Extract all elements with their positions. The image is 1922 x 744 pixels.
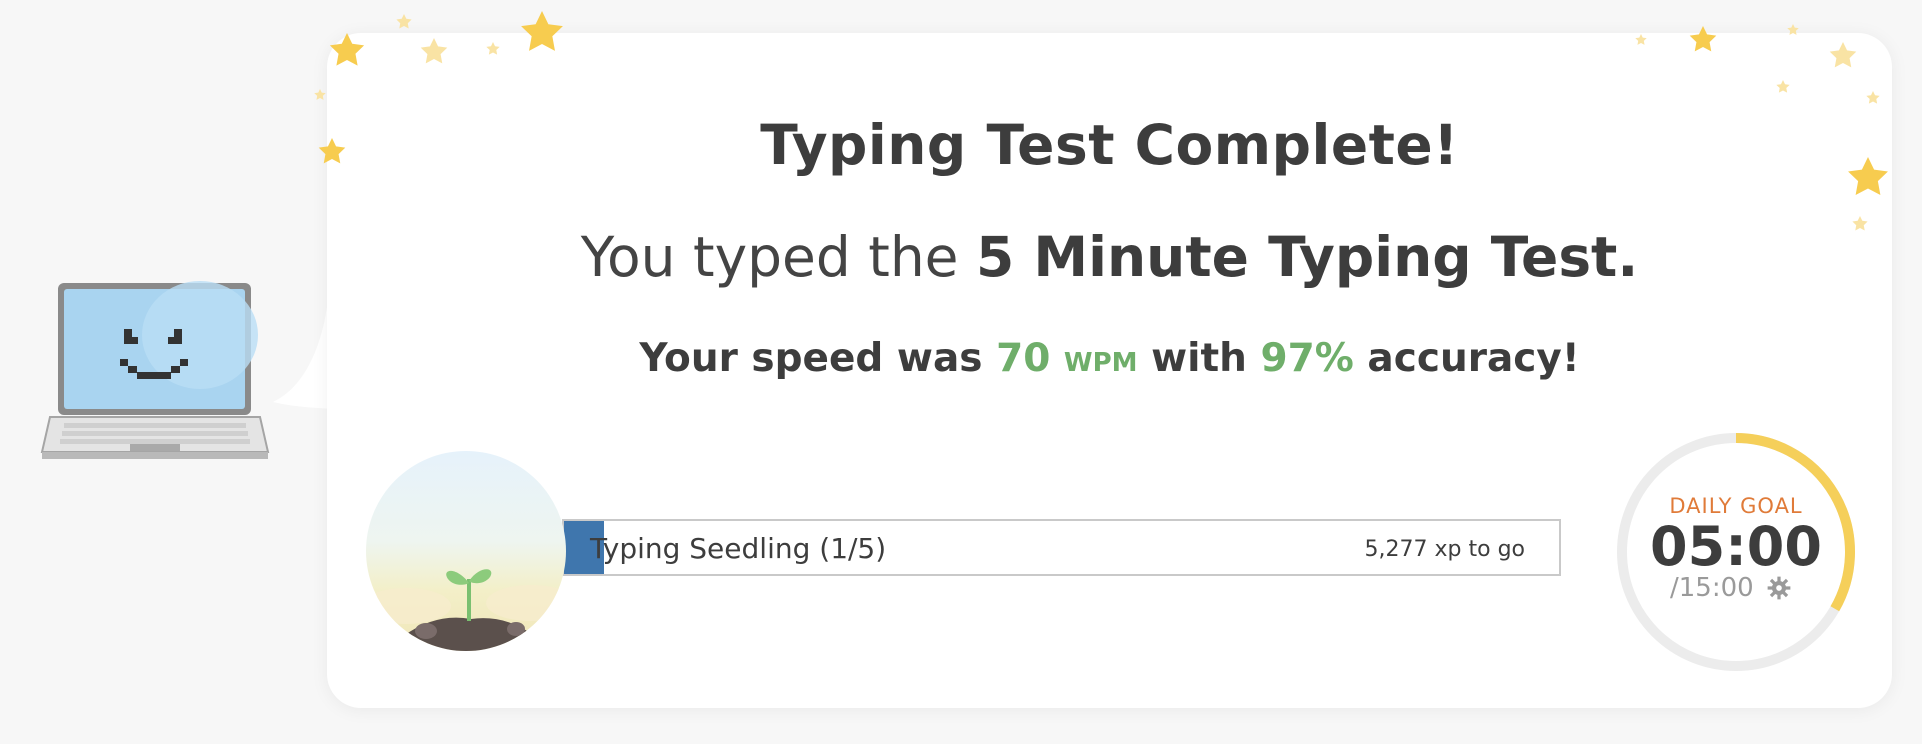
laptop-mascot-icon [40,281,270,459]
speed-unit: WPM [1063,348,1138,378]
xp-remaining: 5,277 xp to go [1364,537,1525,562]
speed-value: 70 [996,336,1051,381]
test-summary: You typed the 5 Minute Typing Test. [327,225,1892,289]
accuracy-suffix: accuracy! [1353,336,1580,381]
level-progress-bar: Typing Seedling (1/5) 5,277 xp to go [562,519,1561,576]
typed-suffix: . [1617,225,1639,289]
accuracy-value: 97% [1260,336,1354,381]
page-title: Typing Test Complete! [760,113,1459,177]
speed-summary: Your speed was 70 WPM with 97% accuracy! [327,336,1892,381]
level-name: Typing Seedling (1/5) [590,532,887,565]
typed-prefix: You typed the [580,225,977,289]
daily-goal-time: 05:00 [1650,515,1822,578]
daily-goal-total: /15:00 [1670,573,1754,603]
seedling-icon [366,451,566,651]
speed-middle: with [1137,336,1261,381]
speed-prefix: Your speed was [639,336,997,381]
gear-icon[interactable] [1766,575,1792,601]
test-name: 5 Minute Typing Test [976,225,1618,289]
results-stage: Typing Test Complete! You typed the 5 Mi… [0,0,1922,744]
